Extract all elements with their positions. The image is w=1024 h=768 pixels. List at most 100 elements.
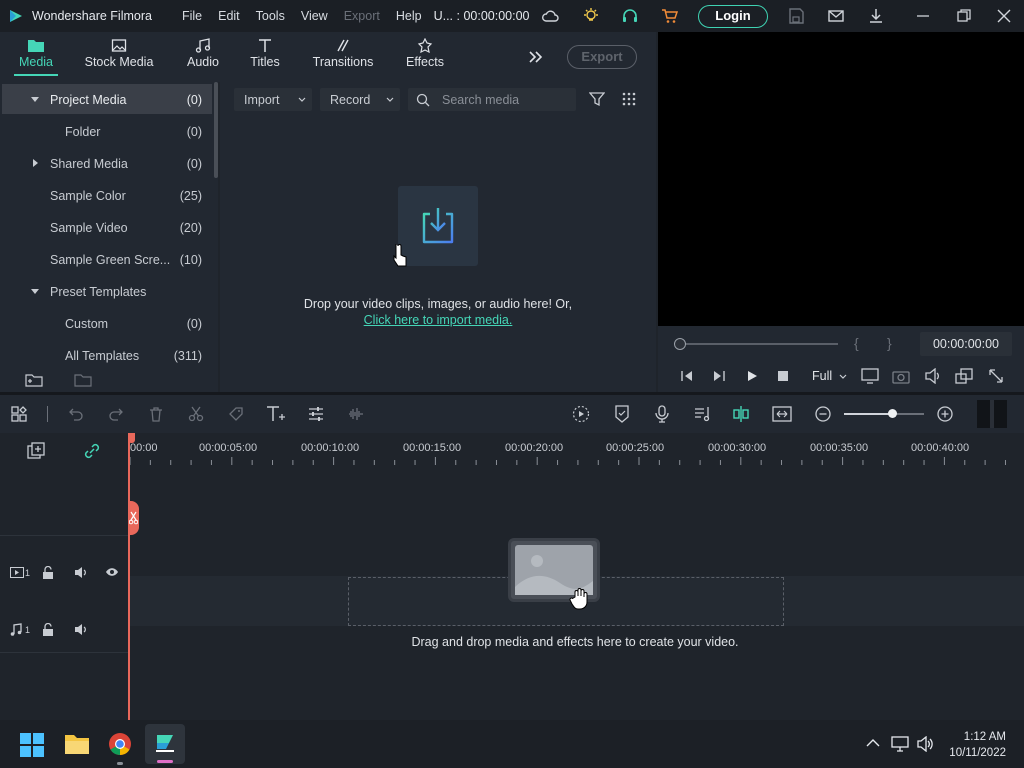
login-button[interactable]: Login <box>698 5 768 28</box>
tab-audio[interactable]: Audio <box>182 32 224 82</box>
stop-icon[interactable] <box>778 371 788 381</box>
audio-waveform-icon[interactable] <box>348 406 364 422</box>
menu-edit[interactable]: Edit <box>218 9 240 23</box>
sidebar-item-project-media[interactable]: Project Media (0) <box>2 84 212 114</box>
tab-transitions[interactable]: Transitions <box>310 32 376 82</box>
menu-view[interactable]: View <box>301 9 328 23</box>
next-frame-icon[interactable] <box>712 370 726 382</box>
unlock-icon[interactable] <box>42 566 54 579</box>
search-media-input[interactable]: Search media <box>408 88 576 111</box>
add-track-icon[interactable] <box>27 442 45 460</box>
tag-icon[interactable] <box>228 406 244 422</box>
import-media-link[interactable]: Click here to import media. <box>220 313 656 327</box>
display-icon[interactable] <box>861 368 879 384</box>
tab-titles[interactable]: Titles <box>245 32 285 82</box>
eye-icon[interactable] <box>105 567 119 577</box>
menu-file[interactable]: File <box>182 9 202 23</box>
zoom-in-icon[interactable] <box>937 406 953 422</box>
download-icon[interactable] <box>867 7 885 25</box>
system-clock[interactable]: 1:12 AM 10/11/2022 <box>949 729 1006 761</box>
chrome-icon[interactable] <box>108 732 132 756</box>
add-text-icon[interactable] <box>266 405 286 423</box>
mark-out-icon[interactable]: } <box>887 335 892 351</box>
sidebar-scrollbar[interactable] <box>214 82 218 178</box>
collapsed-triangle-icon[interactable] <box>32 158 39 168</box>
expand-triangle-icon[interactable] <box>30 96 40 103</box>
menu-help[interactable]: Help <box>396 9 422 23</box>
restore-icon[interactable] <box>955 7 973 25</box>
save-icon[interactable] <box>787 7 805 25</box>
headset-icon[interactable] <box>621 7 639 25</box>
zoom-out-icon[interactable] <box>815 406 831 422</box>
filter-icon[interactable] <box>589 91 605 107</box>
redo-icon[interactable] <box>108 406 124 422</box>
sidebar-item-custom[interactable]: Custom (0) <box>2 308 212 338</box>
cart-icon[interactable] <box>661 7 679 25</box>
microphone-icon[interactable] <box>654 405 670 423</box>
speaker-icon[interactable] <box>74 623 88 636</box>
tab-stock-media[interactable]: Stock Media <box>82 32 156 82</box>
zoom-slider-track[interactable] <box>844 413 924 415</box>
import-media-button[interactable] <box>398 186 478 266</box>
new-folder-icon[interactable] <box>25 372 43 388</box>
sidebar-item-preset-templates[interactable]: Preset Templates <box>2 276 212 306</box>
fullscreen-icon[interactable] <box>988 368 1004 384</box>
audio-mixer-icon[interactable] <box>694 405 712 423</box>
volume-icon[interactable] <box>916 736 934 752</box>
folder-outline-icon[interactable] <box>74 372 92 388</box>
windows-start-icon[interactable] <box>20 733 44 757</box>
delete-icon[interactable] <box>148 406 164 422</box>
expand-triangle-icon[interactable] <box>30 288 40 295</box>
tab-media[interactable]: Media <box>14 32 58 82</box>
preview-progress-track[interactable] <box>680 343 838 345</box>
playhead[interactable] <box>128 433 130 720</box>
fit-timeline-icon[interactable] <box>772 405 792 423</box>
tab-effects[interactable]: Effects <box>402 32 448 82</box>
snapshot-camera-icon[interactable] <box>892 368 910 384</box>
minimize-icon[interactable] <box>914 7 932 25</box>
undo-icon[interactable] <box>68 406 84 422</box>
sidebar-item-shared-media[interactable]: Shared Media (0) <box>2 148 212 178</box>
more-tabs-chevron-icon[interactable] <box>527 50 543 64</box>
aspect-ratio-icon[interactable] <box>955 368 973 384</box>
sidebar-item-sample-color[interactable]: Sample Color (25) <box>2 180 212 210</box>
preview-progress-handle[interactable] <box>674 338 686 350</box>
timeline-ruler[interactable]: 00:00 00:00:05:00 00:00:10:00 00:00:15:0… <box>128 433 1024 471</box>
playhead-scissors-handle[interactable] <box>128 501 139 535</box>
file-explorer-icon[interactable] <box>64 733 90 755</box>
menu-tools[interactable]: Tools <box>256 9 285 23</box>
render-preview-icon[interactable] <box>572 405 590 423</box>
snap-icon[interactable] <box>732 405 750 423</box>
audio-meter-button[interactable] <box>977 400 1007 428</box>
import-dropdown[interactable]: Import <box>234 88 312 111</box>
sidebar-item-sample-green-screen[interactable]: Sample Green Scre... (10) <box>2 244 212 274</box>
zoom-slider-handle[interactable] <box>888 409 897 418</box>
unlock-icon[interactable] <box>42 623 54 636</box>
cloud-icon[interactable] <box>541 7 559 25</box>
network-icon[interactable] <box>891 736 909 752</box>
marker-icon[interactable] <box>614 405 630 423</box>
sidebar-item-all-templates[interactable]: All Templates (311) <box>2 340 212 370</box>
layout-icon[interactable] <box>11 406 27 422</box>
filmora-taskbar-button[interactable] <box>145 724 185 764</box>
menu-export[interactable]: Export <box>344 9 380 23</box>
split-scissors-icon[interactable] <box>188 406 204 422</box>
lightbulb-icon[interactable] <box>582 7 600 25</box>
play-icon[interactable] <box>746 370 758 382</box>
close-icon[interactable] <box>995 7 1013 25</box>
speaker-icon[interactable] <box>74 566 88 579</box>
mail-icon[interactable] <box>827 7 845 25</box>
sidebar-item-sample-video[interactable]: Sample Video (20) <box>2 212 212 242</box>
previous-frame-icon[interactable] <box>680 370 694 382</box>
playhead-top-handle[interactable] <box>128 433 135 443</box>
quality-select[interactable]: Full <box>812 369 832 383</box>
show-hidden-icons-chevron-icon[interactable] <box>866 738 880 748</box>
adjust-sliders-icon[interactable] <box>308 406 324 422</box>
record-dropdown[interactable]: Record <box>320 88 400 111</box>
mark-in-icon[interactable]: { <box>854 335 859 351</box>
link-icon[interactable] <box>83 442 101 460</box>
chevron-down-icon[interactable] <box>839 374 847 379</box>
grid-view-icon[interactable] <box>622 92 636 106</box>
volume-icon[interactable] <box>924 368 942 384</box>
export-button[interactable]: Export <box>567 45 637 69</box>
